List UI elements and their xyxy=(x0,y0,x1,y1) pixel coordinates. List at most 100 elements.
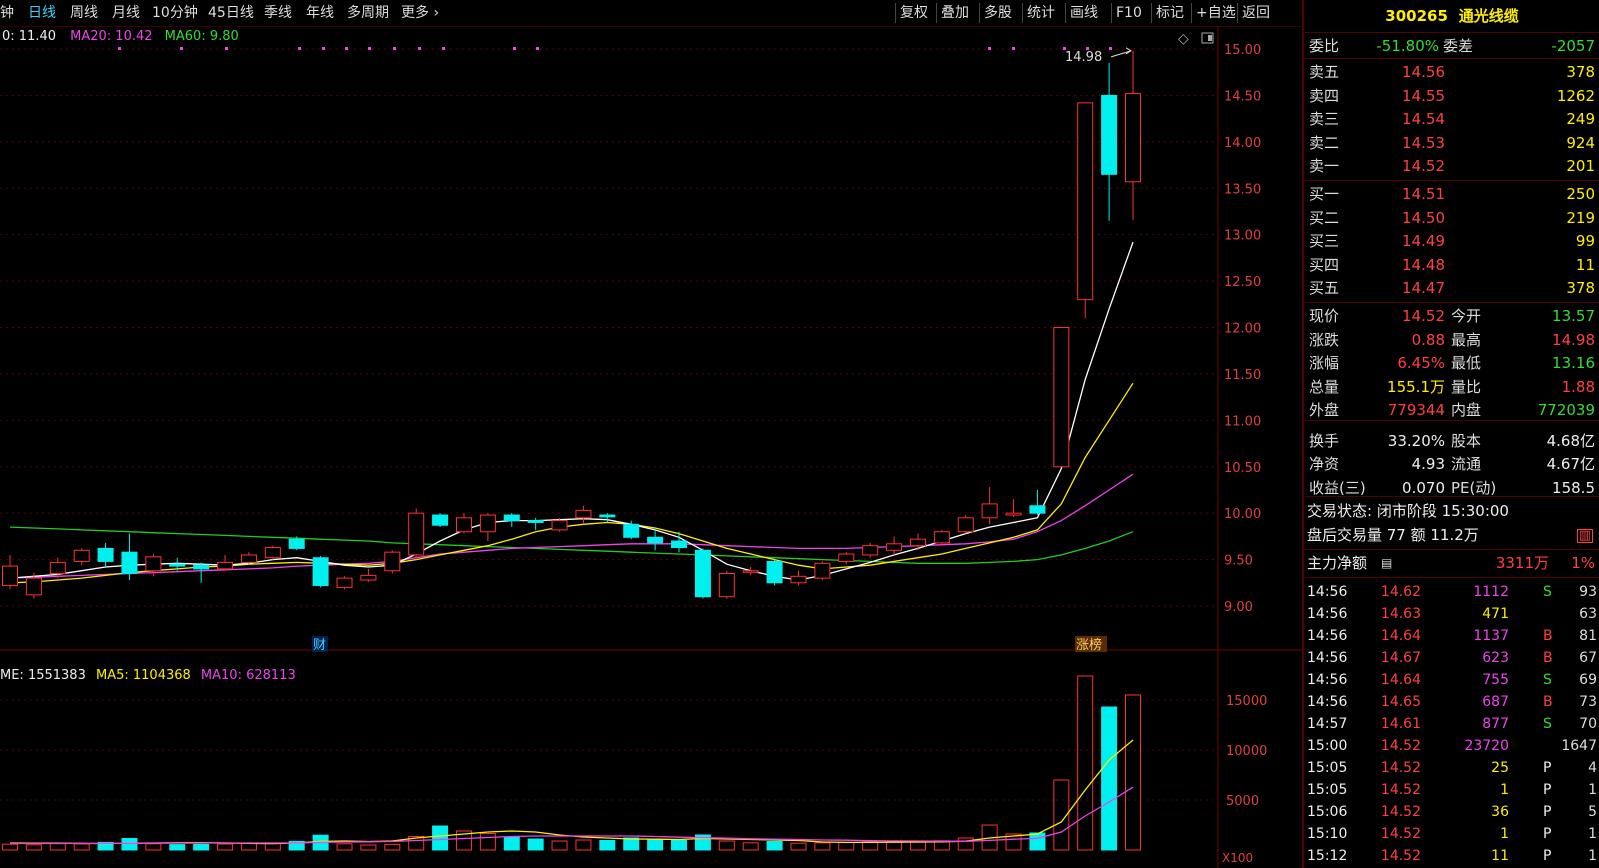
diamond-icon[interactable]: ◇ xyxy=(1178,31,1189,47)
candle-body[interactable] xyxy=(169,563,186,567)
volume-bar[interactable] xyxy=(790,842,807,851)
toolbar-button-2[interactable]: 多股 xyxy=(984,0,1012,26)
volume-bar[interactable] xyxy=(217,843,234,851)
event-dot-marker[interactable] xyxy=(118,47,121,50)
event-dot-marker[interactable] xyxy=(1109,47,1112,50)
volume-bar[interactable] xyxy=(1101,706,1118,851)
candle-body[interactable] xyxy=(25,577,42,596)
volume-bar[interactable] xyxy=(479,833,496,851)
event-dot-marker[interactable] xyxy=(298,47,301,50)
volume-bar[interactable] xyxy=(814,842,831,851)
volume-bar[interactable] xyxy=(73,843,90,851)
volume-bar[interactable] xyxy=(527,838,544,851)
candle-body[interactable] xyxy=(623,523,640,538)
candle-body[interactable] xyxy=(455,517,472,533)
volume-bar[interactable] xyxy=(49,843,66,851)
candle-body[interactable] xyxy=(384,551,401,572)
candle-body[interactable] xyxy=(97,547,114,562)
candle-body[interactable] xyxy=(503,514,520,522)
event-dot-marker[interactable] xyxy=(442,47,445,50)
candle-body[interactable] xyxy=(886,543,903,551)
volume-bar[interactable] xyxy=(647,838,664,851)
volume-bar[interactable] xyxy=(25,844,42,851)
period-tab-5[interactable]: 45日线 xyxy=(208,0,254,26)
period-tab-0[interactable]: 钟 xyxy=(0,0,14,26)
candle-body[interactable] xyxy=(647,536,664,544)
candle-body[interactable] xyxy=(121,551,138,575)
candle-body[interactable] xyxy=(2,565,18,587)
candle-body[interactable] xyxy=(766,560,783,584)
volume-bar[interactable] xyxy=(503,836,520,851)
volume-bar[interactable] xyxy=(886,841,903,851)
candle-body[interactable] xyxy=(264,547,281,559)
candle-body[interactable] xyxy=(742,570,759,573)
event-dot-marker[interactable] xyxy=(988,47,991,50)
event-dot-marker[interactable] xyxy=(418,47,421,50)
kline-chart[interactable]: 15.00 14.50 14.00 13.50 13.00 12.50 12.00 11.50… xyxy=(0,26,1302,868)
event-dot-marker[interactable] xyxy=(322,47,325,50)
cai-marker[interactable]: 财 xyxy=(313,638,326,653)
candle-body[interactable] xyxy=(527,520,544,523)
volume-bar[interactable] xyxy=(718,840,735,851)
candle-body[interactable] xyxy=(551,520,568,531)
volume-bar[interactable] xyxy=(384,843,401,851)
candle-body[interactable] xyxy=(1005,512,1022,516)
period-tab-9[interactable]: 更多 › xyxy=(401,0,439,26)
candle-body[interactable] xyxy=(1053,327,1070,468)
period-tab-3[interactable]: 月线 xyxy=(112,0,140,26)
event-dot-marker[interactable] xyxy=(1012,47,1015,50)
candle-body[interactable] xyxy=(408,512,425,556)
event-dot-marker[interactable] xyxy=(1086,47,1089,50)
volume-bar[interactable] xyxy=(838,842,855,851)
candle-body[interactable] xyxy=(718,573,735,598)
candle-body[interactable] xyxy=(599,514,616,518)
candle-body[interactable] xyxy=(336,577,353,588)
toolbar-button-4[interactable]: 画线 xyxy=(1070,0,1098,26)
volume-bar[interactable] xyxy=(432,825,449,851)
period-tab-2[interactable]: 周线 xyxy=(70,0,98,26)
candle-body[interactable] xyxy=(1029,505,1046,514)
event-dot-marker[interactable] xyxy=(225,47,228,50)
volume-bar[interactable] xyxy=(1029,832,1046,851)
candle-body[interactable] xyxy=(432,514,449,526)
volume-bar[interactable] xyxy=(551,840,568,851)
candle-body[interactable] xyxy=(671,540,688,549)
candle-body[interactable] xyxy=(909,538,926,547)
chart-toggle-icon[interactable]: ▥ xyxy=(1576,529,1593,543)
volume-bar[interactable] xyxy=(909,841,926,851)
volume-bar[interactable] xyxy=(671,839,688,851)
candle-body[interactable] xyxy=(838,553,855,562)
event-dot-marker[interactable] xyxy=(393,47,396,50)
volume-bar[interactable] xyxy=(336,843,353,851)
volume-bar[interactable] xyxy=(169,844,186,851)
candle-body[interactable] xyxy=(73,549,90,562)
volume-bar[interactable] xyxy=(1125,694,1141,851)
toolbar-button-0[interactable]: 复权 xyxy=(900,0,928,26)
volume-bar[interactable] xyxy=(240,842,257,851)
volume-bar[interactable] xyxy=(575,839,592,851)
candle-body[interactable] xyxy=(957,517,974,533)
event-dot-marker[interactable] xyxy=(536,47,539,50)
candle-body[interactable] xyxy=(193,564,210,570)
volume-bar[interactable] xyxy=(599,840,616,851)
period-tab-8[interactable]: 多周期 xyxy=(347,0,389,26)
toolbar-button-7[interactable]: +自选 xyxy=(1196,0,1236,26)
zhangbang-marker[interactable]: 涨榜 xyxy=(1076,637,1102,653)
volume-bar[interactable] xyxy=(121,838,138,851)
candle-body[interactable] xyxy=(49,561,66,575)
event-dot-marker[interactable] xyxy=(180,47,183,50)
volume-bar[interactable] xyxy=(957,837,974,851)
toolbar-button-3[interactable]: 统计 xyxy=(1027,0,1055,26)
candle-body[interactable] xyxy=(360,574,377,581)
event-dot-marker[interactable] xyxy=(345,47,348,50)
candle-body[interactable] xyxy=(694,549,711,598)
toolbar-button-6[interactable]: 标记 xyxy=(1156,0,1184,26)
volume-bar[interactable] xyxy=(742,842,759,851)
candle-body[interactable] xyxy=(575,509,592,519)
candle-body[interactable] xyxy=(1101,94,1118,175)
toolbar-button-5[interactable]: F10 xyxy=(1116,0,1142,26)
candle-body[interactable] xyxy=(981,503,998,519)
period-tab-6[interactable]: 季线 xyxy=(264,0,292,26)
event-dot-marker[interactable] xyxy=(1063,47,1066,50)
toolbar-button-1[interactable]: 叠加 xyxy=(941,0,969,26)
